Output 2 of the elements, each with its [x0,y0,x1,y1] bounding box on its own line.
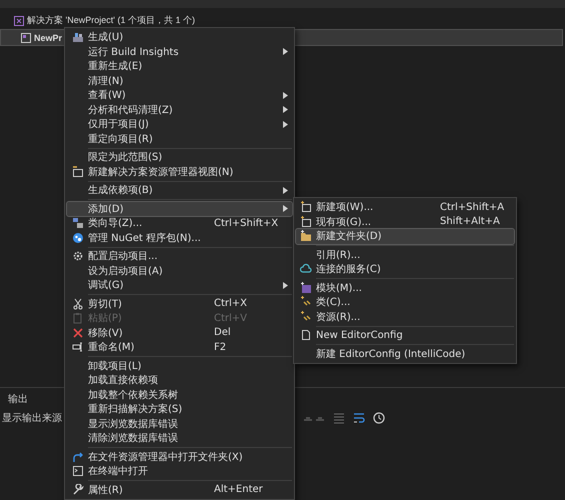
panel-title: 输出 [8,392,28,406]
output-source-label: 显示输出来源 [2,412,62,425]
